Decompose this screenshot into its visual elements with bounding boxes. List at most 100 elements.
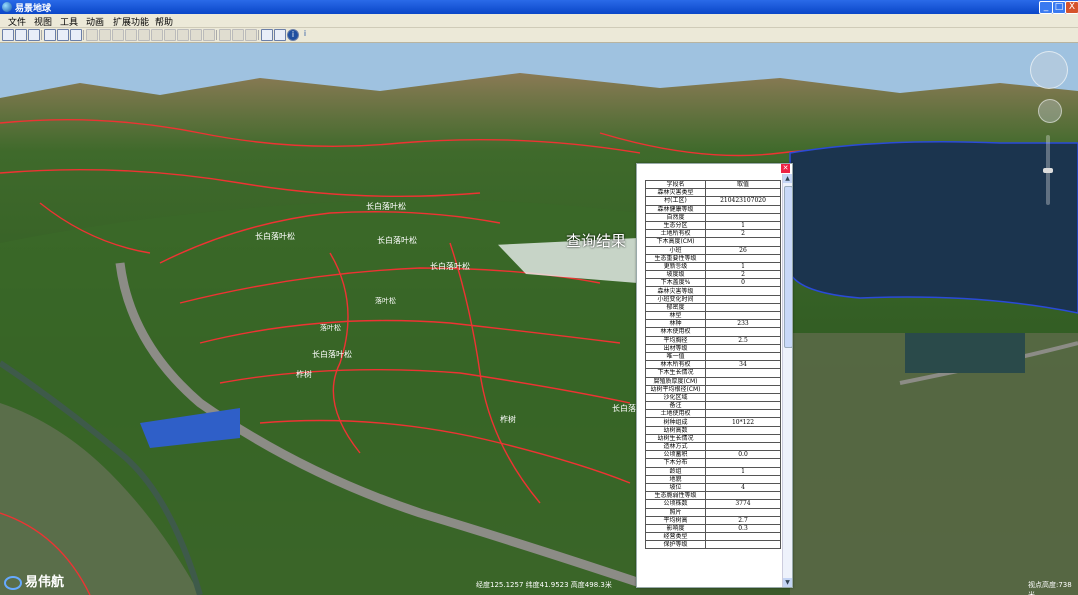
scroll-down-button[interactable]: ▼ [783,578,792,587]
play-icon[interactable] [164,29,176,41]
menu-extensions[interactable]: 扩展功能 [113,15,149,28]
app-globe-icon [2,2,12,12]
export-icon[interactable] [203,29,215,41]
measure-icon[interactable] [99,29,111,41]
field-value-cell [705,540,781,550]
table-row: 更新등级 1 [645,261,781,272]
table-header-row: 字段名 取值 [645,179,781,190]
close-button[interactable]: X [1065,1,1078,14]
table-row: 林木所有权 34 [645,360,781,370]
split-icon[interactable] [219,29,231,41]
field-name-cell: 小班 [645,245,706,255]
window-icon[interactable] [245,29,257,41]
field-name-cell: 腐殖质厚度(CM) [645,376,706,386]
field-name-cell: 公顷蓄积 [645,450,706,460]
field-value-cell: 2 [705,229,781,239]
table-row: 林型 [645,310,781,321]
tree-view-icon[interactable] [261,29,273,41]
table-row: 龄组 1 [645,466,781,476]
tree-icon[interactable] [57,29,69,41]
logo-icon [4,575,22,590]
table-row: 经营类型 [645,532,781,542]
rotate-icon[interactable] [112,29,124,41]
field-name-cell: 保护等级 [645,540,706,550]
table-row: 备注 [645,401,781,411]
tile-icon[interactable] [232,29,244,41]
menu-bar: 文件 视图 工具 动画 扩展功能 帮助 [0,14,1078,28]
menu-tools[interactable]: 工具 [60,15,78,28]
parcel-label: 柞树 [500,415,516,424]
field-name-cell: 沙化区域 [645,392,706,403]
field-name-cell: 照片 [645,507,706,517]
menu-view[interactable]: 视图 [34,15,52,28]
table-row: 幼树平均根径(CM) [645,384,781,394]
panel-scrollbar[interactable]: ▲ ▼ [782,174,792,587]
field-value-cell: 233 [705,319,781,329]
save-icon[interactable] [28,29,40,41]
copy-icon[interactable] [190,29,202,41]
stop-icon[interactable] [177,29,189,41]
table-row: 坡位 4 [645,482,781,493]
open-icon[interactable] [15,29,27,41]
redo-icon[interactable] [151,29,163,41]
field-name-cell: 坡位 [645,482,706,493]
field-name-cell: 幼树平均根径(CM) [645,384,706,394]
grid-icon[interactable] [70,29,82,41]
table-row: 幼树高数 [645,425,781,435]
table-row: 土地使用权 [645,409,781,419]
logo-text: 易伟航 [25,575,65,590]
table-row: 生态脆弱性等级 [645,491,781,501]
field-value-cell [705,343,781,353]
field-value-cell [705,401,781,411]
field-value-cell: 1 [705,220,781,231]
query-result-panel[interactable]: ✕ 字段名 取值 森林灾害类型 村(工区) 210423107020 森林健康等级 自然… [636,163,793,588]
info-icon[interactable]: i [287,29,299,41]
compass-navigation-control[interactable] [1030,51,1068,89]
globe-viewport[interactable]: 长白落叶松 长白落叶松 长白落叶松 长白落叶松 落叶松 落叶松 长白落叶松 柞树… [0,43,1078,595]
table-view-icon[interactable] [274,29,286,41]
maximize-button[interactable]: □ [1052,1,1066,14]
help-icon[interactable]: i [300,29,310,39]
zoom-slider-knob[interactable] [1043,168,1053,173]
panel-close-button[interactable]: ✕ [781,164,790,173]
print-icon[interactable] [86,29,98,41]
field-name-cell: 生态分区 [645,220,706,231]
menu-animation[interactable]: 动画 [86,15,104,28]
toolbar: i i [0,28,1078,43]
field-value-cell: 4 [705,482,781,493]
field-name-cell: 生态脆弱性等级 [645,491,706,501]
record-icon[interactable] [138,29,150,41]
field-name-cell: 出材等级 [645,343,706,353]
look-around-control[interactable] [1038,99,1062,123]
field-value-cell [705,376,781,386]
table-row: 树种组成 10*122 [645,417,781,427]
field-value-cell: 1 [705,261,781,272]
table-row: 平均胸径 2.5 [645,335,781,345]
field-value-cell: 34 [705,360,781,370]
title-bar: 易景地球 _ □ X [0,0,1078,14]
field-header: 字段名 [645,179,706,190]
field-name-cell: 林木使用权 [645,327,706,337]
field-name-cell: 平均树高 [645,515,706,525]
field-value-cell [705,294,781,304]
field-name-cell: 幼树生长情况 [645,433,706,444]
menu-help[interactable]: 帮助 [155,15,173,28]
layer-icon[interactable] [44,29,56,41]
field-name-cell: 坡度级 [645,270,706,280]
new-icon[interactable] [2,29,14,41]
toolbar-separator [41,30,42,40]
field-name-cell: 备注 [645,401,706,411]
toolbar-separator [216,30,217,40]
value-header: 取值 [705,179,781,190]
toolbar-separator [258,30,259,40]
field-name-cell: 幼树高数 [645,425,706,435]
refresh-icon[interactable] [125,29,137,41]
scroll-up-button[interactable]: ▲ [783,174,792,183]
scroll-thumb[interactable] [784,186,792,348]
minimize-button[interactable]: _ [1039,1,1053,14]
table-row: 平均树高 2.7 [645,515,781,525]
field-name-cell: 公顷株数 [645,499,706,509]
menu-file[interactable]: 文件 [8,15,26,28]
coordinate-readout: 经度125.1257 纬度41.9523 高度498.3米 [476,581,612,589]
table-row: 照片 [645,507,781,517]
